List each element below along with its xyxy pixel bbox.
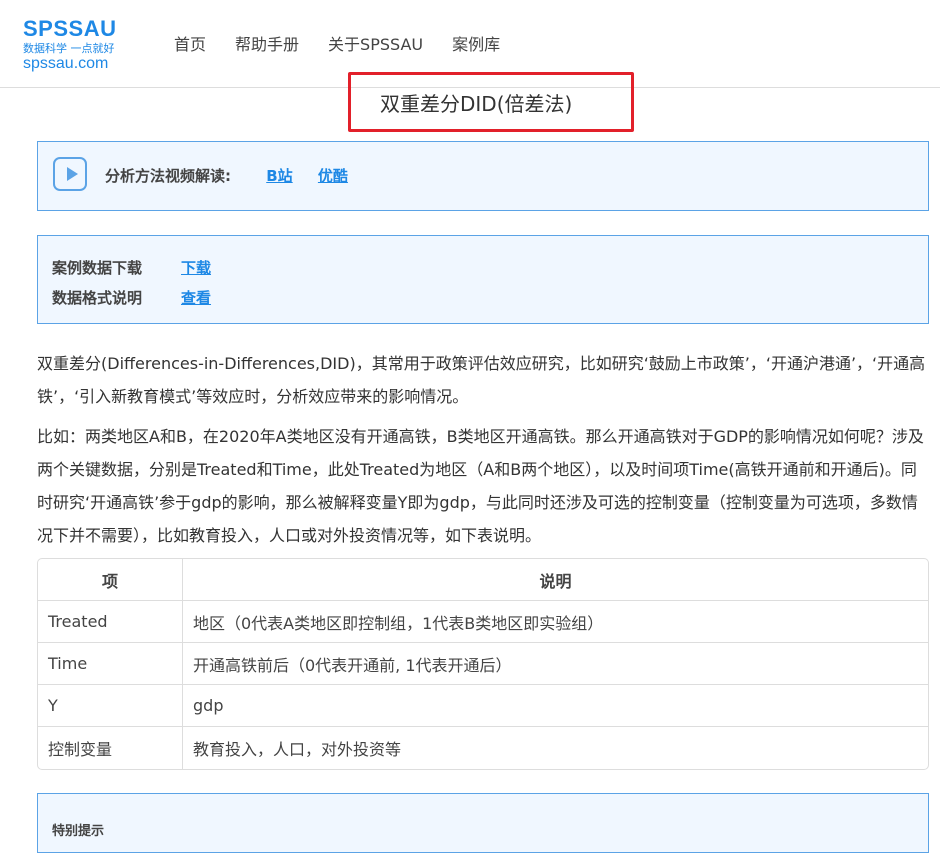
video-label: 分析方法视频解读: B站 优酷 [105,165,348,186]
header-desc: 说明 [183,559,928,601]
logo-slogan: 数据科学 一点就好 [23,42,115,55]
table-row: 控制变量 教育投入，人口，对外投资等 [38,727,928,769]
video-label-text: 分析方法视频解读: [105,167,231,185]
nav-help[interactable]: 帮助手册 [235,31,299,55]
download-box: 案例数据下载 下载 数据格式说明 查看 [37,235,929,324]
play-icon[interactable] [53,157,87,191]
table-header: 项说明 [38,559,928,601]
cell: Y [38,685,183,727]
table-row: Ygdp [38,685,928,727]
cell: 控制变量 [38,727,183,769]
logo-domain: spssau.com [23,55,109,72]
nav-about[interactable]: 关于SPSSAU [328,31,423,55]
cell: Time [38,643,183,685]
tip-title: 特别提示 [52,824,105,839]
cell: 地区（0代表A类地区即控制组，1代表B类地区即实验组） [183,601,928,643]
format-link[interactable]: 查看 [181,287,211,308]
logo[interactable]: SPSSAU 数据科学 一点就好 spssau.com [23,16,116,73]
download-label: 案例数据下载 [52,259,143,277]
format-row: 数据格式说明 查看 [52,287,211,308]
highlight-box [348,72,634,132]
cell: gdp [183,685,928,727]
nav-home[interactable]: 首页 [174,31,206,55]
variable-table: 项说明 Treated 地区（0代表A类地区即控制组，1代表B类地区即实验组） T… [37,558,929,770]
tip-box: 特别提示 [37,793,929,853]
example-paragraph: 比如：两类地区A和B，在2020年A类地区没有开通高铁，B类地区开通高铁。那么开… [37,427,924,545]
youku-link[interactable]: 优酷 [318,167,348,185]
cell: 开通高铁前后（0代表开通前, 1代表开通后） [183,643,928,685]
table-row: Time 开通高铁前后（0代表开通前, 1代表开通后） [38,643,928,685]
cell: Treated [38,601,183,643]
table-row: Treated 地区（0代表A类地区即控制组，1代表B类地区即实验组） [38,601,928,643]
format-label: 数据格式说明 [52,289,143,307]
video-box: 分析方法视频解读: B站 优酷 [37,141,929,211]
main-nav: 首页 帮助手册 关于SPSSAU 案例库 [174,31,500,55]
bilibili-link[interactable]: B站 [266,167,292,185]
logo-text: SPSSAU [23,16,117,41]
cell: 教育投入，人口，对外投资等 [193,740,402,759]
header-item: 项 [38,559,183,601]
download-row: 案例数据下载 下载 [52,257,211,278]
nav-cases[interactable]: 案例库 [452,31,500,55]
download-link[interactable]: 下载 [181,257,211,278]
intro-paragraph: 双重差分(Differences-in-Differences,DID)，其常用… [37,354,926,406]
